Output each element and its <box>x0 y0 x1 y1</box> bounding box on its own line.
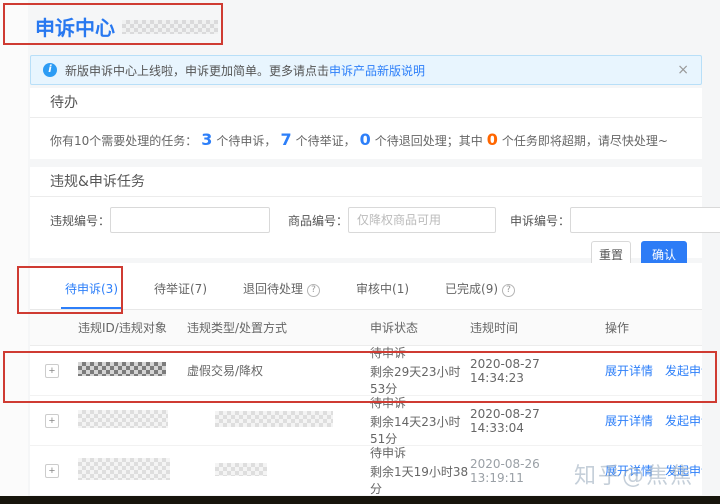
appeal-no-label: 申诉编号： <box>510 212 570 229</box>
tab-pending-evidence[interactable]: 待举证(7) <box>154 280 207 309</box>
notice-text: 新版申诉中心上线啦，申诉更加简单。更多请点击 <box>65 62 329 79</box>
item-no-label: 商品编号： <box>288 212 348 229</box>
censored-violation-id <box>78 458 170 480</box>
info-icon: i <box>43 63 57 77</box>
col-header-violation-type: 违规类型/处置方式 <box>187 319 370 336</box>
table-row: + 虚假交易/降权 待申诉 剩余29天23小时53分 2020-08-27 14… <box>30 346 702 396</box>
censored-greeting <box>122 20 218 34</box>
expand-row-icon[interactable]: + <box>45 414 59 428</box>
violation-type: 虚假交易/降权 <box>187 362 370 379</box>
filter-title: 违规&申诉任务 <box>30 167 702 197</box>
violation-time: 2020-08-26 13:19:11 <box>470 457 595 485</box>
pending-return-label: 个待退回处理；其中 <box>375 134 483 148</box>
appeal-status: 待申诉 <box>370 344 470 361</box>
expand-detail-link[interactable]: 展开详情 <box>605 464 653 478</box>
appeal-remaining-time: 剩余29天23小时53分 <box>370 363 470 397</box>
col-header-violation-time: 违规时间 <box>470 319 595 336</box>
filter-actions: 重置 确认 <box>30 233 702 267</box>
expand-row-icon[interactable]: + <box>45 464 59 478</box>
start-appeal-link[interactable]: 发起申诉 <box>665 364 702 378</box>
page-title: 申诉中心 <box>35 12 115 41</box>
notice-link[interactable]: 申诉产品新版说明 <box>329 62 425 79</box>
tab-bar: 待申诉(3) 待举证(7) 退回待处理? 审核中(1) 已完成(9)? <box>30 263 702 310</box>
help-icon[interactable]: ? <box>502 284 515 297</box>
censored-violation-type <box>215 463 267 476</box>
task-list-card: 待申诉(3) 待举证(7) 退回待处理? 审核中(1) 已完成(9)? 违规ID… <box>30 263 702 495</box>
bottom-black-bar <box>0 496 720 504</box>
start-appeal-link[interactable]: 发起申诉 <box>665 414 702 428</box>
expand-detail-link[interactable]: 展开详情 <box>605 414 653 428</box>
pending-appeal-count: 3 <box>201 130 212 149</box>
todo-card: 待办 你有10个需要处理的任务：3个待申诉，7个待举证，0个待退回处理；其中0个… <box>30 88 702 159</box>
filter-card: 违规&申诉任务 违规编号： 商品编号： 申诉编号： 重置 确认 <box>30 167 702 258</box>
expiring-count: 0 <box>487 130 498 149</box>
pending-evidence-label: 个待举证， <box>296 134 356 148</box>
notice-banner: i 新版申诉中心上线啦，申诉更加简单。更多请点击 申诉产品新版说明 × <box>30 55 702 85</box>
col-header-violation-id: 违规ID/违规对象 <box>78 319 187 336</box>
table-row: + 待申诉 剩余14天23小时51分 2020-08-27 14:33:04 展… <box>30 396 702 446</box>
censored-violation-type <box>215 411 333 427</box>
col-header-actions: 操作 <box>595 319 702 336</box>
pending-return-count: 0 <box>360 130 371 149</box>
violation-time: 2020-08-27 14:33:04 <box>470 407 595 435</box>
expiring-label: 个任务即将超期，请尽快处理~ <box>502 134 668 148</box>
todo-intro: 你有10个需要处理的任务： <box>50 134 197 148</box>
pending-appeal-label: 个待申诉， <box>216 134 276 148</box>
table-row: + 待申诉 剩余1天19小时38分 2020-08-26 13:19:11 展开… <box>30 446 702 495</box>
censored-violation-id <box>78 410 168 428</box>
todo-title: 待办 <box>30 88 702 118</box>
expand-row-icon[interactable]: + <box>45 364 59 378</box>
item-no-input[interactable] <box>348 207 496 233</box>
appeal-status: 待申诉 <box>370 394 470 411</box>
appeal-no-input[interactable] <box>570 207 720 233</box>
table-header-row: 违规ID/违规对象 违规类型/处置方式 申诉状态 违规时间 操作 <box>30 310 702 346</box>
tab-completed-label: 已完成(9) <box>445 282 498 296</box>
violation-no-label: 违规编号： <box>50 212 110 229</box>
tab-returned-label: 退回待处理 <box>243 282 303 296</box>
pending-evidence-count: 7 <box>280 130 291 149</box>
left-margin-strip <box>0 0 28 496</box>
violation-time: 2020-08-27 14:34:23 <box>470 357 595 385</box>
violation-no-input[interactable] <box>110 207 270 233</box>
tab-pending-appeal[interactable]: 待申诉(3) <box>65 280 118 309</box>
col-header-appeal-status: 申诉状态 <box>370 319 470 336</box>
appeal-remaining-time: 剩余14天23小时51分 <box>370 413 470 447</box>
appeal-remaining-time: 剩余1天19小时38分 <box>370 463 470 495</box>
filter-form: 违规编号： 商品编号： 申诉编号： <box>30 197 702 233</box>
tab-completed[interactable]: 已完成(9)? <box>445 280 515 309</box>
censored-violation-id <box>78 362 166 376</box>
tab-returned[interactable]: 退回待处理? <box>243 280 320 309</box>
todo-summary: 你有10个需要处理的任务： 3 个待申诉， 7 个待举证， 0 个待退回处理；其中 0 个任务即… <box>30 118 702 161</box>
tab-in-review[interactable]: 审核中(1) <box>356 280 409 309</box>
expand-detail-link[interactable]: 展开详情 <box>605 364 653 378</box>
start-appeal-link[interactable]: 发起申诉 <box>665 464 702 478</box>
help-icon[interactable]: ? <box>307 284 320 297</box>
close-icon[interactable]: × <box>677 62 689 78</box>
appeal-status: 待申诉 <box>370 444 470 461</box>
